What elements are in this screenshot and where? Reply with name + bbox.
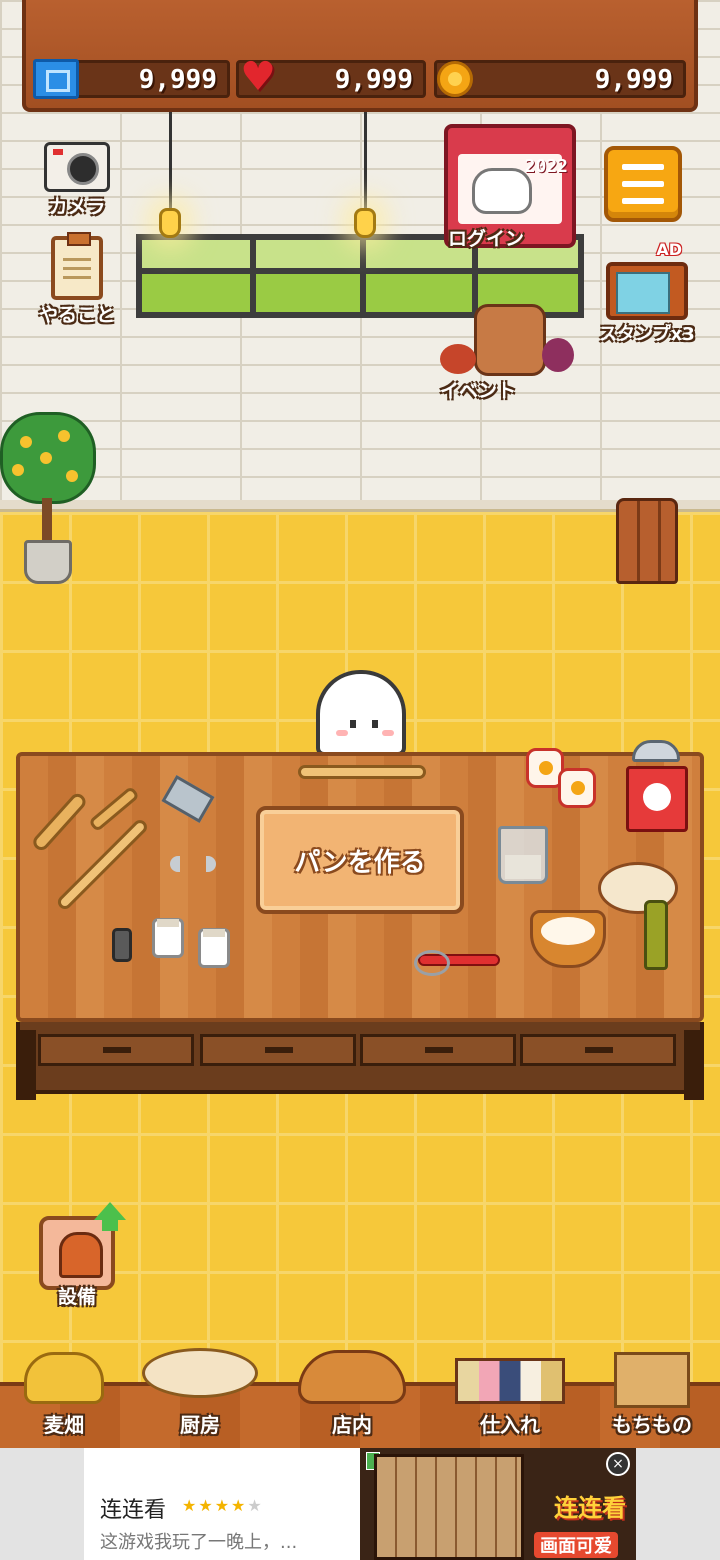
nav-kitchen[interactable]: 厨房 [140, 1344, 260, 1444]
event-button[interactable]: イベント [440, 294, 580, 402]
camera-icon [44, 142, 110, 192]
items-box-icon [614, 1352, 690, 1408]
heart-icon: ♥ [240, 54, 276, 100]
camera-label: カメラ [48, 196, 106, 218]
ad-title: 连连看 [100, 1498, 167, 1523]
login-year: 2022 [524, 156, 568, 177]
tv-icon: AD [606, 240, 688, 320]
measuring-cup-icon [498, 826, 548, 884]
egg-cartons-icon [526, 744, 604, 814]
nav-shop[interactable]: 店内 [292, 1344, 412, 1444]
ad-subtitle: 画面可爱 [534, 1532, 618, 1558]
menu-button[interactable] [604, 146, 682, 222]
ad-close-icon[interactable]: × [606, 1452, 630, 1476]
nav-label: もちもの [612, 1413, 692, 1437]
coin-value: 9,999 [594, 65, 673, 95]
nav-wheat-field[interactable]: 麦畑 [4, 1344, 124, 1444]
equipment-label: 設備 [57, 1286, 96, 1308]
camera-button[interactable]: カメラ [40, 142, 114, 219]
ticket-value: 9,999 [138, 65, 217, 95]
jar-icon [198, 928, 230, 968]
nav-supply[interactable]: 仕入れ [450, 1344, 570, 1444]
ad-banner[interactable]: 连连看 ★★★★★ 这游戏我玩了一晚上，... 连连看 画面可爱 × [84, 1448, 636, 1560]
ad-badge: AD [656, 240, 682, 259]
mochi-character[interactable] [316, 670, 406, 756]
nav-label: 麦畑 [44, 1413, 84, 1437]
cat-icon [472, 168, 532, 214]
lamp-cord [364, 112, 367, 208]
jar-icon [152, 918, 184, 958]
lamp-cord [169, 112, 172, 208]
coin-counter[interactable]: 9,999 [434, 60, 686, 98]
ad-rating-stars: ★★★★★ [182, 1496, 264, 1515]
make-bread-button[interactable]: パンを作る [256, 806, 464, 914]
lamp-bulb-right [354, 208, 376, 238]
ad-brand: 连连看 [554, 1494, 626, 1522]
nav-items[interactable]: もちもの [592, 1344, 712, 1444]
hamburger-icon [622, 164, 664, 170]
login-bonus-button[interactable]: 2022 ログイン [444, 124, 576, 250]
upgrade-arrow-icon [94, 1202, 126, 1220]
measuring-spoons-icon [170, 856, 216, 872]
make-bread-label: パンを作る [294, 847, 426, 878]
lamp-bulb-left [159, 208, 181, 238]
ticket-icon [33, 59, 79, 99]
flour-bowl-icon [530, 910, 606, 968]
potted-orange-tree [0, 412, 96, 584]
whisk-icon [414, 950, 500, 976]
equipment-button[interactable]: 設備 [36, 1202, 126, 1312]
heart-value: 9,999 [334, 65, 413, 95]
event-bag-icon [474, 304, 546, 376]
wall-baseboard [0, 500, 720, 512]
rolling-pin-icon [298, 765, 426, 779]
wheat-field-icon [24, 1352, 104, 1404]
nav-label: 店内 [332, 1413, 372, 1437]
oil-bottle-icon [644, 900, 668, 970]
stamp-ad-button[interactable]: AD スタンプx3 [592, 240, 702, 346]
kitchen-icon [142, 1348, 258, 1398]
stamp-label: スタンプx3 [599, 324, 695, 345]
clipboard-icon [51, 232, 103, 300]
heart-counter[interactable]: ♥ 9,999 [236, 54, 426, 100]
event-label: イベント [440, 380, 517, 402]
spice-bottle-icon [112, 928, 132, 962]
nav-label: 仕入れ [480, 1413, 540, 1437]
nav-label: 厨房 [180, 1413, 220, 1437]
maple-leaf-icon [440, 344, 476, 374]
coin-icon [437, 61, 473, 97]
tile-board-image [374, 1454, 524, 1560]
supply-icon [455, 1358, 565, 1404]
grape-icon [542, 338, 574, 372]
firewood-stack [616, 498, 678, 584]
ticket-counter[interactable]: 9,999 [33, 59, 230, 99]
ad-description: 这游戏我玩了一晚上，... [100, 1532, 298, 1553]
table-drawers [16, 1022, 704, 1094]
login-label: ログイン [448, 228, 525, 250]
ad-image: 连连看 画面可爱 [360, 1448, 636, 1560]
todo-label: やること [38, 304, 115, 326]
kitchen-scale-icon [626, 740, 688, 834]
todo-button[interactable]: やること [32, 232, 122, 327]
shop-icon [298, 1350, 406, 1404]
